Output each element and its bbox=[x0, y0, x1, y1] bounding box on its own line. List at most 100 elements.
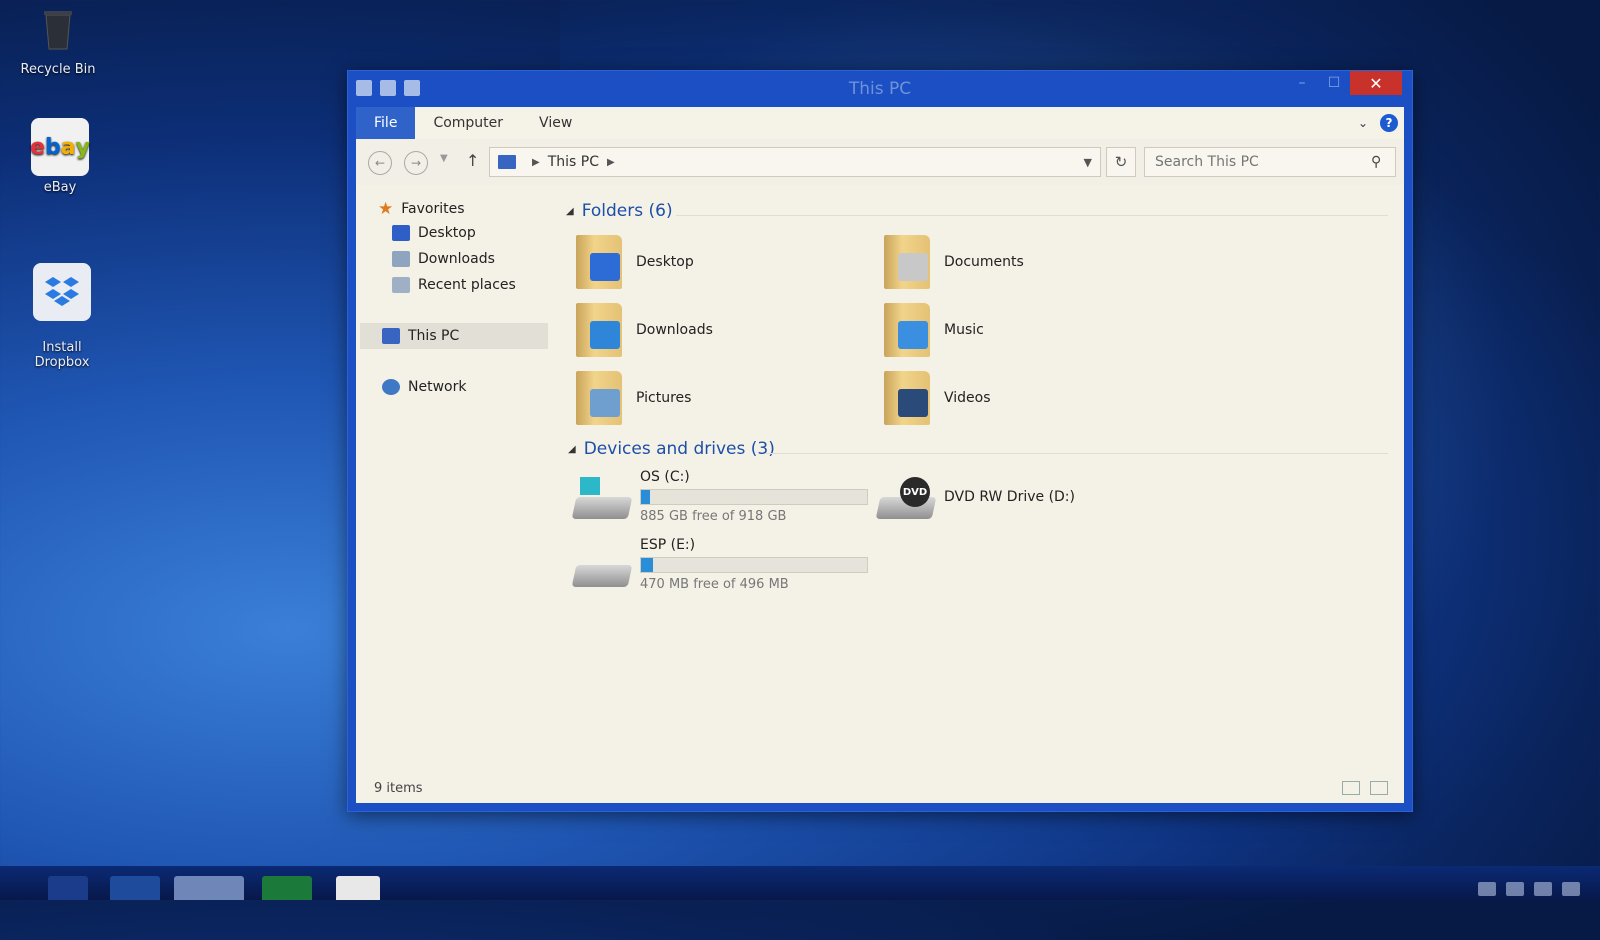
folder-label: Videos bbox=[944, 390, 991, 406]
dvd-drive-icon: DVD bbox=[875, 477, 937, 519]
pictures-folder-icon bbox=[576, 371, 622, 425]
nav-favorites[interactable]: ★ Favorites bbox=[378, 199, 465, 219]
drive-dvd-rw-d[interactable]: DVD DVD RW Drive (D:) bbox=[875, 469, 1075, 519]
desktop-icon-ebay[interactable]: ebay eBay bbox=[20, 118, 100, 195]
nav-label: This PC bbox=[408, 328, 460, 344]
downloads-icon bbox=[392, 251, 410, 267]
folder-downloads[interactable]: Downloads bbox=[576, 303, 713, 357]
breadcrumb-separator[interactable]: ▶ bbox=[532, 157, 540, 168]
network-tray-icon[interactable] bbox=[1534, 882, 1552, 896]
folder-music[interactable]: Music bbox=[884, 303, 984, 357]
group-header-folders[interactable]: ◢ Folders (6) bbox=[566, 201, 673, 221]
ebay-logo-icon: ebay bbox=[30, 118, 90, 176]
drive-label: DVD RW Drive (D:) bbox=[944, 489, 1075, 505]
items-view: ◢ Folders (6) Desktop Documents Download… bbox=[556, 185, 1404, 773]
downloads-folder-icon bbox=[576, 303, 622, 357]
search-box[interactable]: ⚲ bbox=[1144, 147, 1396, 177]
group-divider bbox=[676, 215, 1388, 216]
breadcrumb-separator[interactable]: ▶ bbox=[607, 157, 615, 168]
tab-computer[interactable]: Computer bbox=[415, 107, 521, 139]
search-input[interactable] bbox=[1145, 153, 1371, 171]
folder-desktop[interactable]: Desktop bbox=[576, 235, 694, 289]
desktop-icon-label: Recycle Bin bbox=[20, 62, 96, 77]
keyboard-icon[interactable] bbox=[1478, 882, 1496, 896]
nav-label: Network bbox=[408, 379, 467, 395]
nav-item-downloads[interactable]: Downloads bbox=[392, 251, 495, 267]
close-button[interactable]: ✕ bbox=[1350, 71, 1402, 95]
desktop-icon-recycle-bin[interactable]: Recycle Bin bbox=[18, 0, 98, 77]
network-icon bbox=[382, 379, 400, 395]
group-header-devices[interactable]: ◢ Devices and drives (3) bbox=[568, 439, 775, 459]
nav-item-recent-places[interactable]: Recent places bbox=[392, 277, 516, 293]
file-explorer-icon[interactable] bbox=[174, 876, 244, 900]
navigation-pane: ★ Favorites Desktop Downloads Recent pla… bbox=[356, 185, 552, 773]
nav-label: Desktop bbox=[418, 225, 476, 241]
folder-pictures[interactable]: Pictures bbox=[576, 371, 691, 425]
group-divider bbox=[766, 453, 1388, 454]
breadcrumb-this-pc[interactable]: This PC bbox=[548, 154, 599, 170]
recent-locations-chevron-icon[interactable]: ▼ bbox=[440, 153, 448, 164]
address-dropdown-icon[interactable]: ▼ bbox=[1076, 156, 1100, 169]
desktop-icon-install-dropbox[interactable]: Install Dropbox bbox=[22, 248, 102, 385]
drive-usage-fill bbox=[641, 558, 653, 572]
os-drive-icon bbox=[571, 477, 633, 519]
details-view-icon[interactable] bbox=[1342, 781, 1360, 795]
ribbon-expand-chevron-icon[interactable]: ⌄ bbox=[1358, 116, 1368, 130]
title-bar[interactable]: This PC – ☐ ✕ bbox=[348, 71, 1412, 107]
navigation-bar: ← → ▼ ↑ ▶ This PC ▶ ▼ ↻ ⚲ bbox=[356, 139, 1404, 186]
up-button[interactable]: ↑ bbox=[466, 151, 479, 170]
drive-label: ESP (E:) bbox=[640, 537, 696, 553]
recycle-bin-icon bbox=[29, 0, 87, 58]
search-icon[interactable]: ⚲ bbox=[1371, 154, 1395, 170]
nav-label: Favorites bbox=[401, 201, 465, 217]
star-icon: ★ bbox=[378, 199, 394, 219]
nav-item-desktop[interactable]: Desktop bbox=[392, 225, 476, 241]
ribbon-tabs: File Computer View ⌄ ? bbox=[356, 107, 1404, 139]
folder-label: Downloads bbox=[636, 322, 713, 338]
internet-explorer-icon[interactable] bbox=[110, 876, 160, 900]
window-controls: – ☐ ✕ bbox=[1286, 71, 1402, 95]
drive-usage-fill bbox=[641, 490, 651, 504]
maximize-button[interactable]: ☐ bbox=[1318, 71, 1350, 95]
videos-folder-icon bbox=[884, 371, 930, 425]
collapse-triangle-icon[interactable]: ◢ bbox=[566, 206, 574, 217]
desktop-icon-label: Install Dropbox bbox=[34, 340, 90, 370]
large-icons-view-icon[interactable] bbox=[1370, 781, 1388, 795]
dropbox-icon bbox=[33, 263, 91, 321]
folder-label: Pictures bbox=[636, 390, 692, 406]
nav-item-this-pc[interactable]: This PC bbox=[360, 323, 548, 349]
help-icon[interactable]: ? bbox=[1380, 114, 1398, 132]
desktop-icon-label: eBay bbox=[43, 180, 77, 195]
content-area: ★ Favorites Desktop Downloads Recent pla… bbox=[356, 185, 1404, 803]
folder-label: Music bbox=[944, 322, 984, 338]
help-app-icon[interactable] bbox=[336, 876, 380, 900]
window-title: This PC bbox=[848, 79, 912, 99]
start-icon[interactable] bbox=[48, 876, 88, 900]
folder-videos[interactable]: Videos bbox=[884, 371, 991, 425]
taskbar bbox=[0, 866, 1600, 900]
volume-icon[interactable] bbox=[1562, 882, 1580, 896]
notification-icon[interactable] bbox=[1506, 882, 1524, 896]
desktop-icon bbox=[392, 225, 410, 241]
nav-item-network[interactable]: Network bbox=[382, 379, 466, 395]
tab-view[interactable]: View bbox=[521, 107, 590, 139]
drive-os-c[interactable]: OS (C:) 885 GB free of 918 GB bbox=[571, 469, 868, 524]
nav-label: Recent places bbox=[418, 277, 516, 293]
folder-documents[interactable]: Documents bbox=[884, 235, 1024, 289]
collapse-triangle-icon[interactable]: ◢ bbox=[568, 444, 576, 455]
drive-free-space: 885 GB free of 918 GB bbox=[640, 509, 787, 524]
drive-free-space: 470 MB free of 496 MB bbox=[640, 577, 789, 592]
documents-folder-icon bbox=[884, 235, 930, 289]
drive-usage-bar bbox=[640, 489, 868, 505]
address-bar[interactable]: ▶ This PC ▶ ▼ bbox=[489, 147, 1101, 177]
tab-file[interactable]: File bbox=[356, 107, 416, 139]
explorer-window[interactable]: This PC – ☐ ✕ File Computer View ⌄ ? ← →… bbox=[347, 70, 1413, 812]
refresh-button[interactable]: ↻ bbox=[1106, 147, 1136, 177]
system-tray bbox=[1478, 882, 1580, 896]
drive-esp-e[interactable]: ESP (E:) 470 MB free of 496 MB bbox=[571, 537, 868, 592]
minimize-button[interactable]: – bbox=[1286, 71, 1318, 95]
forward-button[interactable]: → bbox=[404, 151, 428, 175]
store-icon[interactable] bbox=[262, 876, 312, 900]
back-button[interactable]: ← bbox=[368, 151, 392, 175]
folder-label: Documents bbox=[944, 254, 1024, 270]
